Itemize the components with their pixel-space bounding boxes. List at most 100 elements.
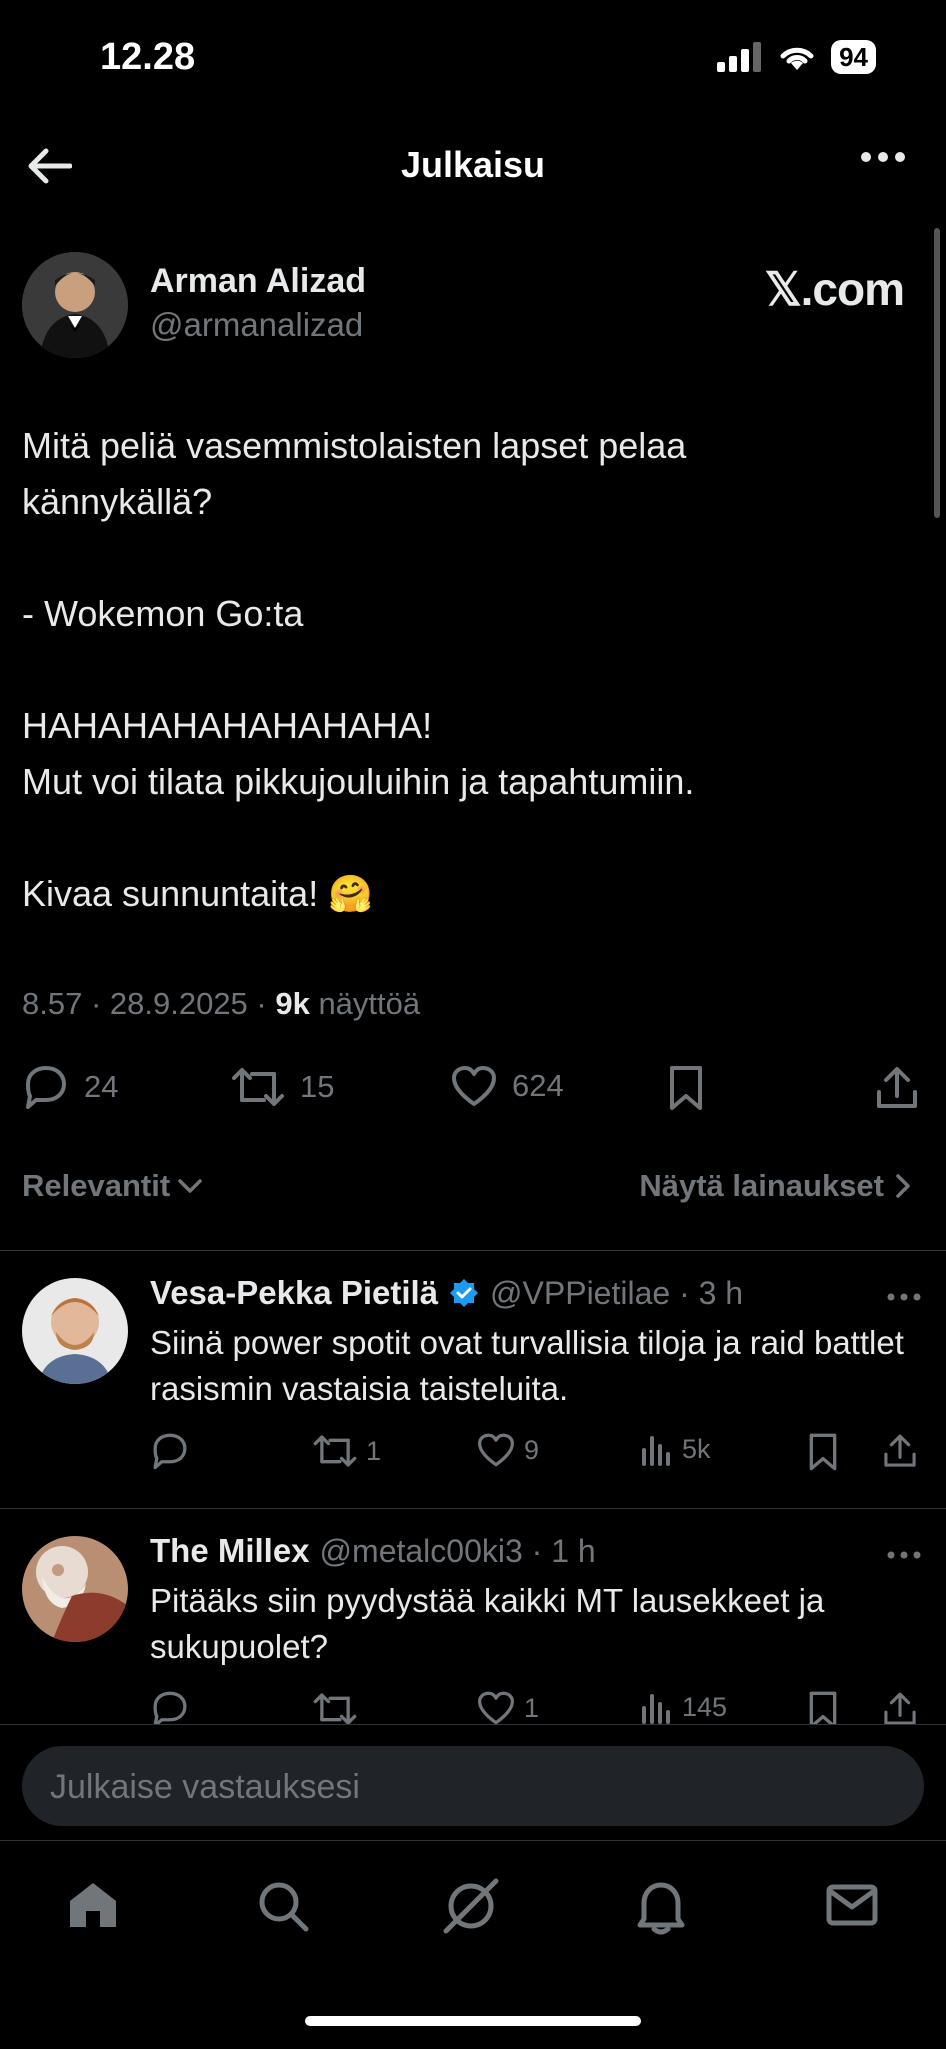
- reply-author-name[interactable]: The Millex: [150, 1532, 310, 1570]
- home-indicator: [305, 2016, 641, 2026]
- author-name[interactable]: Arman Alizad: [150, 262, 366, 301]
- tab-home[interactable]: [66, 1879, 120, 1931]
- divider: [0, 1250, 946, 1251]
- bookmark-icon: [670, 1066, 702, 1110]
- tweet-actions: 24 15 624: [0, 1064, 946, 1124]
- share-icon: [884, 1692, 916, 1724]
- reply-header: The Millex @metalc00ki3 · 1 h: [150, 1532, 596, 1570]
- views-label: näyttöä: [309, 986, 421, 1021]
- reply-avatar[interactable]: [22, 1278, 128, 1384]
- chevron-right-icon: [896, 1174, 910, 1198]
- share-icon: [877, 1067, 917, 1108]
- reply-retweet-button[interactable]: 1: [312, 1432, 381, 1470]
- bookmark-button[interactable]: [666, 1064, 706, 1112]
- heart-icon: [478, 1691, 514, 1724]
- reply-more-button[interactable]: [886, 1292, 922, 1302]
- reply-author-handle: @VPPietilae · 3 h: [490, 1274, 744, 1311]
- reply-retweet-count: 1: [366, 1435, 382, 1466]
- mail-icon: [826, 1884, 878, 1926]
- grok-icon: [443, 1878, 499, 1934]
- retweet-button[interactable]: 15: [230, 1064, 334, 1110]
- author-avatar[interactable]: [22, 252, 128, 358]
- reply-views-button[interactable]: 5k: [640, 1432, 711, 1466]
- tweet-time-date: 8.57 · 28.9.2025 ·: [22, 986, 276, 1021]
- tab-messages[interactable]: [826, 1883, 878, 1927]
- signal-icon: [717, 42, 762, 72]
- analytics-icon: [642, 1694, 670, 1724]
- reply-bookmark-button[interactable]: [806, 1690, 840, 1724]
- tweet-text: Mitä peliä vasemmistolaisten lapset pela…: [22, 425, 695, 914]
- heart-icon: [452, 1066, 496, 1106]
- author-handle[interactable]: @armanalizad: [150, 306, 363, 344]
- status-icons: 94: [717, 40, 876, 74]
- reply-view-count: 145: [682, 1691, 728, 1722]
- scrollbar[interactable]: [934, 228, 940, 518]
- like-button[interactable]: 624: [450, 1064, 564, 1108]
- share-icon: [884, 1434, 916, 1467]
- reply-reply-button[interactable]: [150, 1690, 198, 1724]
- retweet-icon: [313, 1435, 357, 1467]
- like-count: 624: [512, 1068, 564, 1103]
- tab-search[interactable]: [256, 1879, 310, 1933]
- status-time: 12.28: [100, 36, 196, 78]
- chevron-down-icon: [178, 1179, 202, 1193]
- reply-avatar[interactable]: [22, 1536, 128, 1642]
- verified-badge-icon: [450, 1279, 479, 1307]
- reply-composer-placeholder[interactable]: Julkaise vastauksesi: [50, 1768, 360, 1807]
- more-horizontal-icon: [861, 152, 905, 162]
- retweet-count: 15: [300, 1069, 335, 1104]
- reply-bookmark-button[interactable]: [806, 1432, 840, 1472]
- reply-views-button[interactable]: 145: [640, 1690, 727, 1724]
- reply-like-button[interactable]: 1: [476, 1690, 539, 1724]
- avatar-image: [22, 1536, 128, 1642]
- avatar-image: [22, 1278, 128, 1384]
- show-quotes-link[interactable]: Näytä lainaukset: [639, 1168, 912, 1204]
- more-options-button[interactable]: [860, 150, 906, 164]
- reply-retweet-button[interactable]: [312, 1690, 366, 1724]
- heart-icon: [478, 1433, 514, 1467]
- reply-text: Pitääks siin pyydystää kaikki MT lausekk…: [150, 1582, 825, 1665]
- more-horizontal-icon: [887, 1293, 921, 1301]
- views-count: 9k: [275, 986, 310, 1021]
- reply-reply-button[interactable]: [150, 1432, 198, 1470]
- reply-button[interactable]: 24: [22, 1064, 118, 1110]
- reply-like-count: 1: [524, 1692, 540, 1723]
- reply-author-name[interactable]: Vesa-Pekka Pietilä: [150, 1274, 438, 1312]
- avatar-image: [22, 252, 128, 358]
- bookmark-icon: [809, 1433, 837, 1471]
- bookmark-icon: [809, 1691, 837, 1724]
- source-label: 𝕏.com: [764, 263, 905, 315]
- reply-item[interactable]: Vesa-Pekka Pietilä @VPPietilae · 3 h Sii…: [0, 1252, 946, 1506]
- home-icon: [70, 1883, 116, 1927]
- analytics-icon: [642, 1436, 670, 1466]
- reply-text: Siinä power spotit ovat turvallisia tilo…: [150, 1324, 904, 1407]
- relevance-label: Relevantit: [22, 1168, 171, 1203]
- reply-share-button[interactable]: [882, 1690, 918, 1724]
- reply-like-button[interactable]: 9: [476, 1432, 539, 1468]
- reply-share-button[interactable]: [882, 1432, 918, 1470]
- divider: [0, 1508, 946, 1509]
- reply-icon: [153, 1691, 187, 1724]
- retweet-icon: [232, 1068, 284, 1106]
- reply-more-button[interactable]: [886, 1550, 922, 1560]
- reply-icon: [153, 1433, 187, 1470]
- page-title: Julkaisu: [400, 144, 546, 185]
- reply-item[interactable]: The Millex @metalc00ki3 · 1 h Pitääks si…: [0, 1510, 946, 1724]
- reply-count: 24: [84, 1069, 119, 1104]
- divider: [0, 1724, 946, 1725]
- quotes-label: Näytä lainaukset: [639, 1168, 884, 1203]
- reply-icon: [26, 1066, 66, 1109]
- reply-like-count: 9: [524, 1434, 540, 1465]
- tab-grok[interactable]: [440, 1875, 502, 1937]
- tab-notifications[interactable]: [636, 1879, 686, 1935]
- reply-header: Vesa-Pekka Pietilä @VPPietilae · 3 h: [150, 1274, 743, 1312]
- search-icon: [259, 1882, 309, 1932]
- tweet-meta: 8.57 · 28.9.2025 · 9k näyttöä: [22, 986, 420, 1022]
- relevance-dropdown[interactable]: Relevantit: [22, 1168, 204, 1204]
- bell-icon: [637, 1882, 685, 1935]
- retweet-icon: [313, 1693, 357, 1724]
- battery-indicator: 94: [831, 40, 876, 74]
- more-horizontal-icon: [887, 1551, 921, 1559]
- reply-author-handle: @metalc00ki3 · 1 h: [319, 1532, 596, 1569]
- share-button[interactable]: [874, 1064, 920, 1112]
